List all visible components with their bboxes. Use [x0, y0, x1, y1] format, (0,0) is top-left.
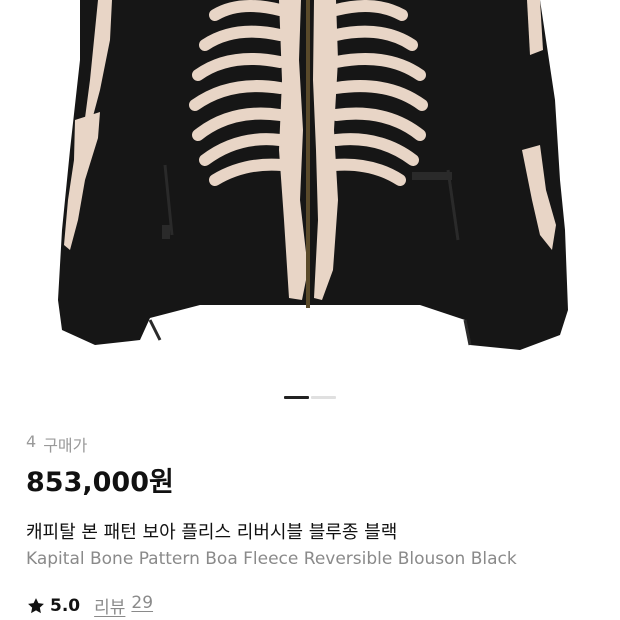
review-count[interactable]: 29: [131, 593, 153, 618]
jacket-illustration: [58, 0, 568, 350]
review-link[interactable]: 리뷰 29: [94, 593, 153, 618]
review-label[interactable]: 리뷰: [94, 593, 125, 618]
rating-value: 5.0: [50, 595, 81, 616]
star-icon: [28, 597, 44, 613]
rating-row: 5.0 리뷰 29: [26, 593, 153, 618]
price: 853,000원: [26, 467, 174, 498]
carousel-dot[interactable]: [311, 396, 336, 399]
purchase-count-label: 구매가: [43, 436, 88, 455]
purchase-count: 4 구매가: [26, 432, 87, 456]
product-title-english: Kapital Bone Pattern Boa Fleece Reversib…: [26, 549, 517, 569]
product-image[interactable]: [0, 0, 620, 375]
product-title-korean: 캐피탈 본 패턴 보아 플리스 리버시블 블루종 블랙: [26, 522, 398, 543]
carousel-indicator[interactable]: [284, 396, 336, 399]
carousel-dot[interactable]: [284, 396, 309, 399]
purchase-count-value: 4: [26, 432, 37, 451]
